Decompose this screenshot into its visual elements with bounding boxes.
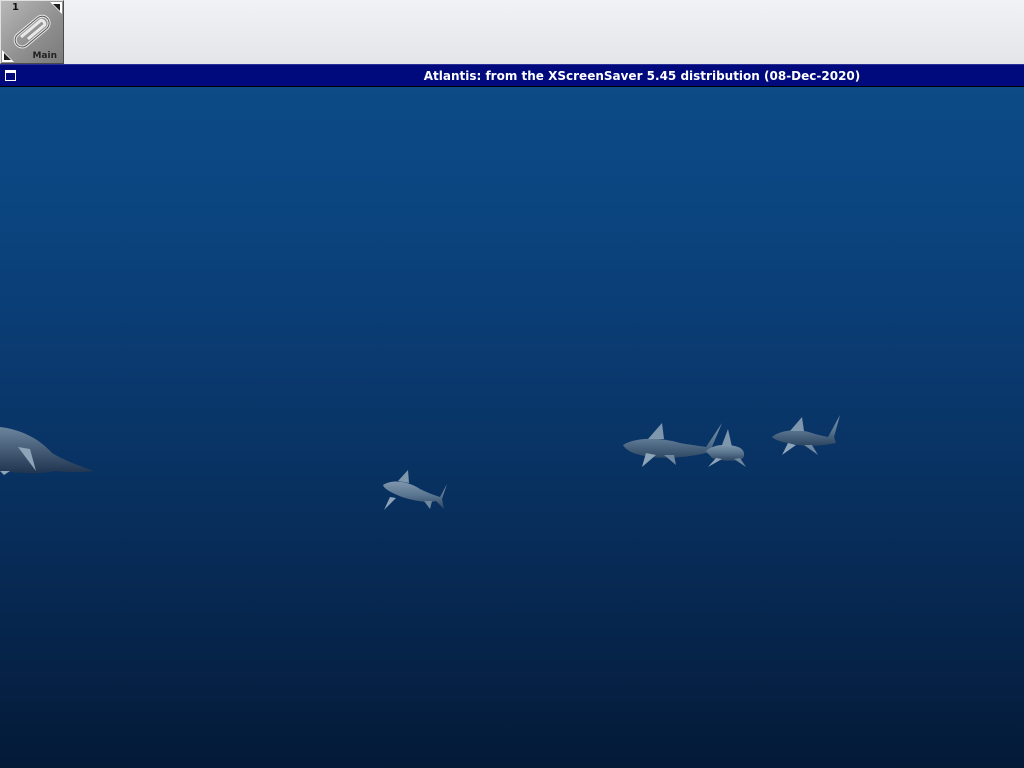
workspace-clip[interactable]: 1 Main [0, 0, 64, 64]
screensaver-canvas[interactable] [0, 87, 1024, 768]
underwater-scene [0, 415, 840, 510]
shark-icon [772, 415, 840, 455]
whale-icon [0, 427, 94, 475]
desktop-background [0, 0, 1024, 64]
window-title: Atlantis: from the XScreenSaver 5.45 dis… [423, 69, 861, 83]
previous-workspace-arrow-inner [4, 53, 11, 60]
workspace-name: Main [32, 51, 57, 61]
shark-icon [383, 470, 447, 510]
shark-icon [706, 429, 746, 467]
window-titlebar[interactable]: Atlantis: from the XScreenSaver 5.45 dis… [0, 64, 1024, 87]
shark-icon [623, 423, 726, 467]
paperclip-icon [13, 14, 51, 49]
atlantis-window[interactable]: Atlantis: from the XScreenSaver 5.45 dis… [0, 64, 1024, 768]
next-workspace-arrow-inner [53, 4, 60, 11]
